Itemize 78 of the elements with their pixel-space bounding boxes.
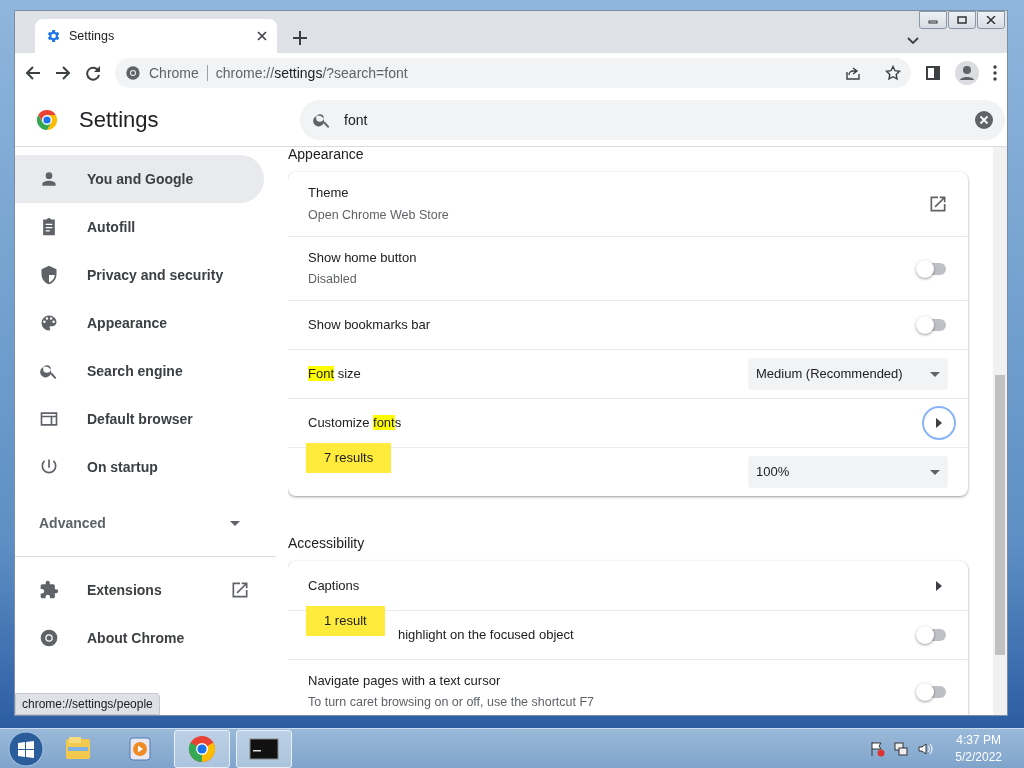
maximize-button[interactable] (948, 11, 976, 29)
external-link-icon[interactable] (928, 194, 948, 214)
person-icon (39, 169, 59, 189)
minimize-button[interactable] (919, 11, 947, 29)
setting-label: Navigate pages with a text cursor (308, 671, 502, 690)
browser-tab[interactable]: Settings (35, 19, 277, 53)
sidebar-item[interactable]: Extensions (15, 566, 264, 614)
setting-label: highlight on the focused object (398, 626, 575, 645)
star-icon[interactable] (885, 65, 901, 81)
reload-button[interactable] (85, 65, 101, 81)
sidebar-item[interactable]: Default browser (15, 395, 264, 443)
puzzle-piece-icon (39, 580, 59, 600)
share-icon[interactable] (845, 65, 861, 81)
caret-icon (930, 371, 940, 377)
shield-icon (39, 265, 59, 285)
page-title: Settings (79, 106, 159, 134)
side-panel-icon[interactable] (925, 65, 941, 81)
network-icon[interactable] (893, 740, 910, 757)
search-field[interactable]: font (300, 99, 1005, 140)
sidebar-item[interactable]: On startup (15, 443, 264, 491)
setting-label: Show home button (308, 248, 418, 267)
url-text: chrome://settings/?search=font (215, 63, 409, 83)
gear-icon (45, 28, 61, 44)
profile-icon[interactable] (955, 61, 979, 85)
status-url: chrome://settings/people (15, 693, 160, 715)
chrome-logo-icon (35, 107, 59, 132)
chrome-logo-icon (125, 65, 141, 81)
setting-description: Open Chrome Web Store (308, 206, 450, 224)
setting-description: Disabled (308, 271, 358, 289)
caret-icon (930, 469, 940, 475)
clear-search-button[interactable] (975, 110, 993, 129)
taskbar-app-button[interactable] (236, 729, 292, 768)
chrome-logo-icon (39, 628, 59, 648)
sidebar-item[interactable]: Appearance (15, 299, 264, 347)
speaker-icon[interactable] (917, 740, 934, 757)
section-title: Appearance (288, 147, 365, 164)
toggle-switch[interactable] (916, 626, 948, 644)
advanced-toggle[interactable]: Advanced (15, 499, 264, 547)
palette-icon (39, 313, 59, 333)
toggle-switch[interactable] (916, 316, 948, 334)
setting-label: Captions (308, 576, 361, 595)
start-button[interactable] (8, 730, 44, 767)
site-label: Chrome (149, 63, 199, 83)
scrollbar[interactable] (993, 147, 1007, 715)
back-button[interactable] (25, 65, 41, 81)
caret-icon (230, 520, 240, 526)
section-title: Accessibility (288, 534, 366, 553)
menu-icon[interactable] (993, 65, 997, 81)
scrollbar-thumb[interactable] (995, 375, 1005, 655)
search-result-bubble: 7 results (306, 443, 392, 473)
browser-window-icon (39, 409, 59, 429)
tab-search-button[interactable] (907, 37, 919, 45)
forward-button[interactable] (55, 65, 71, 81)
dropdown[interactable]: 100% (748, 456, 948, 488)
close-icon (986, 16, 996, 24)
tab-close-button[interactable] (257, 31, 267, 41)
tab-title: Settings (69, 27, 116, 45)
caret-icon (936, 580, 942, 591)
setting-label: Show bookmarks bar (308, 316, 432, 335)
new-tab-button[interactable] (293, 31, 307, 45)
caret-icon (936, 418, 942, 428)
dropdown[interactable]: Medium (Recommended) (748, 358, 948, 390)
setting-label: Theme (308, 184, 350, 203)
address-bar[interactable]: Chrome chrome://settings/?search=font (115, 58, 911, 88)
setting-label: Font size (308, 365, 362, 384)
flag-icon[interactable] (869, 740, 886, 757)
sidebar-item[interactable]: Privacy and security (15, 251, 264, 299)
toggle-switch[interactable] (916, 259, 948, 278)
sidebar-item[interactable]: Search engine (15, 347, 264, 395)
search-result-bubble: 1 result (306, 606, 385, 636)
sidebar-item[interactable]: You and Google (15, 155, 264, 203)
maximize-icon (957, 16, 967, 24)
close-button[interactable] (977, 11, 1005, 29)
sidebar-item[interactable]: Autofill (15, 203, 264, 251)
arrow-button[interactable] (922, 406, 956, 440)
setting-description: To turn caret browsing on or off, use the shortcut F7 (308, 694, 596, 712)
sidebar-item[interactable]: About Chrome (15, 614, 264, 662)
toggle-switch[interactable] (916, 682, 948, 701)
